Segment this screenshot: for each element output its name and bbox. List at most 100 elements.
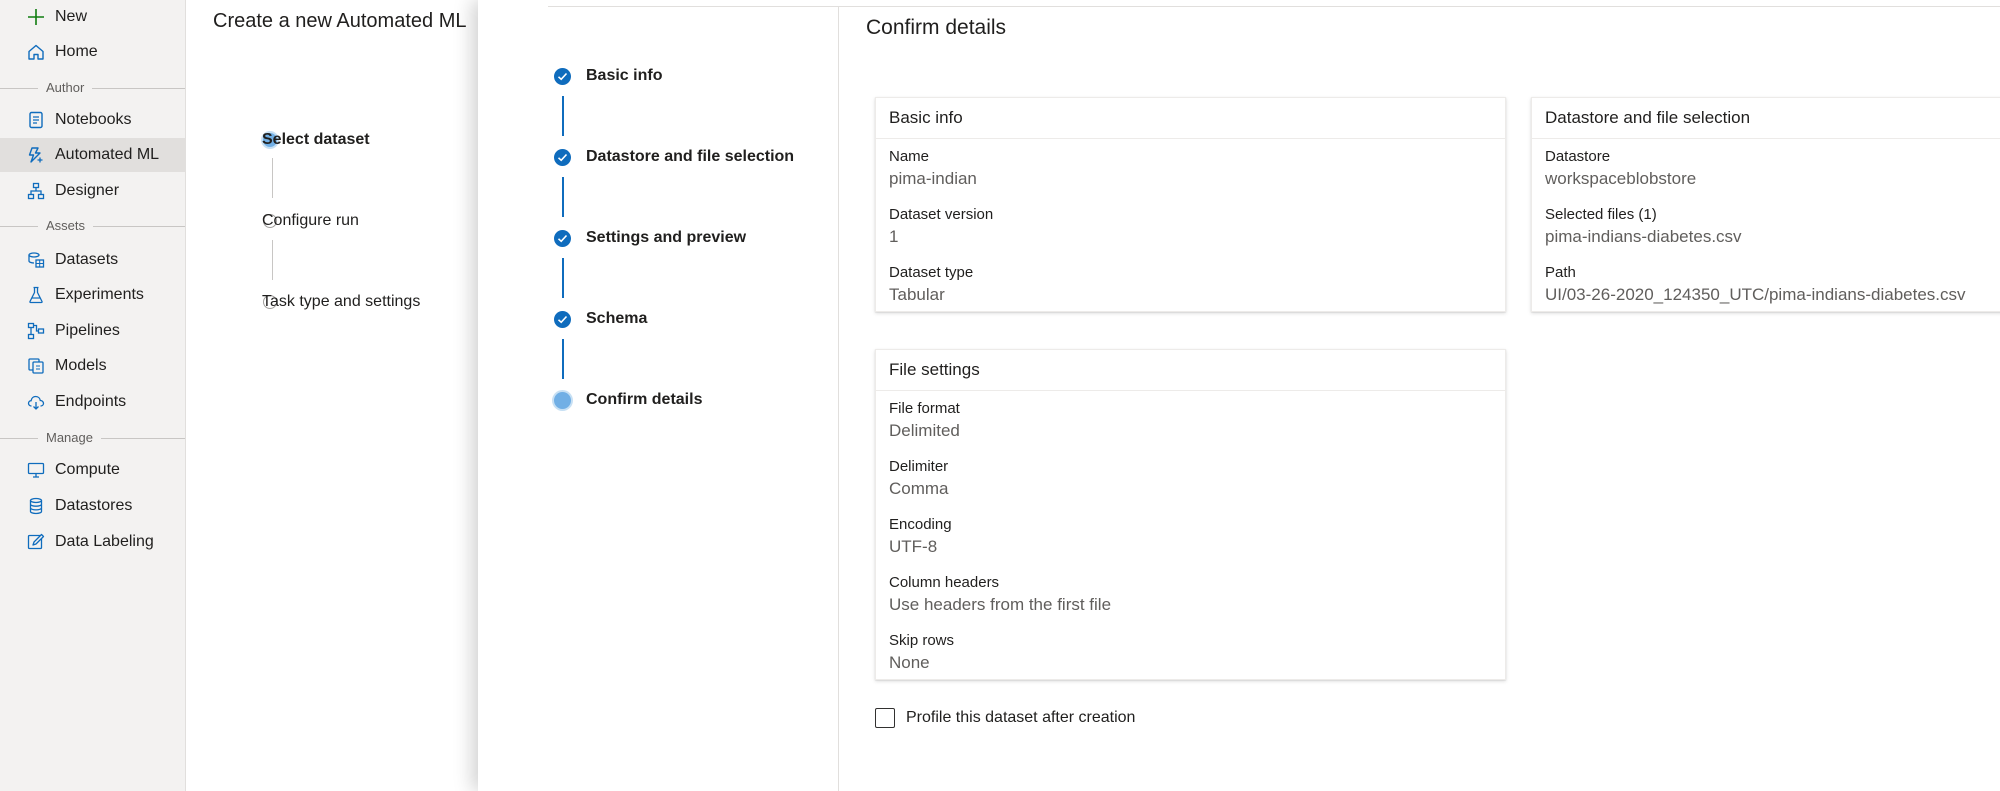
nav-datastores-label: Datastores	[55, 497, 133, 514]
plus-icon	[25, 6, 47, 28]
wizard-step-confirm-details[interactable]: Confirm details	[586, 391, 702, 409]
dataset-version-field: Dataset version 1	[889, 205, 993, 248]
delimiter-label: Delimiter	[889, 458, 949, 475]
nav-data-labeling[interactable]: Data Labeling	[0, 525, 185, 559]
profile-dataset-checkbox-label[interactable]: Profile this dataset after creation	[906, 709, 1135, 727]
nav-section-author: Author	[0, 78, 185, 98]
nav-endpoints[interactable]: Endpoints	[0, 385, 185, 419]
path-label: Path	[1545, 264, 1576, 281]
nav-designer[interactable]: Designer	[0, 174, 185, 208]
wizard-step-connector	[562, 339, 564, 379]
nav-automated-ml[interactable]: Automated ML	[0, 138, 185, 172]
datastore-label: Datastore	[1545, 148, 1611, 165]
bg-step-task-type[interactable]: Task type and settings	[262, 293, 420, 311]
path-value: UI/03-26-2020_124350_UTC/pima-indians-di…	[1545, 285, 1966, 304]
nav-home-label: Home	[55, 43, 98, 60]
page-title: Create a new Automated ML	[213, 10, 467, 32]
check-circle-icon	[554, 149, 571, 166]
bg-step-connector	[272, 240, 273, 280]
dataset-type-label: Dataset type	[889, 264, 974, 281]
name-field: Name pima-indian	[889, 147, 977, 190]
nav-data-labeling-label: Data Labeling	[55, 533, 154, 550]
nav-notebooks[interactable]: Notebooks	[0, 103, 185, 137]
skip-rows-value: None	[889, 653, 930, 672]
home-icon	[25, 41, 47, 63]
selected-files-label: Selected files (1)	[1545, 206, 1657, 223]
wizard-step-connector	[562, 96, 564, 136]
designer-icon	[25, 180, 47, 202]
datasets-icon	[25, 249, 47, 271]
nav-pipelines[interactable]: Pipelines	[0, 314, 185, 348]
nav-models-label: Models	[55, 357, 107, 374]
wizard-step-schema[interactable]: Schema	[586, 310, 647, 328]
encoding-value: UTF-8	[889, 537, 938, 556]
basic-info-card: Basic info Name pima-indian Dataset vers…	[875, 97, 1506, 312]
nav-automated-ml-label: Automated ML	[55, 146, 160, 163]
wizard-step-datastore[interactable]: Datastore and file selection	[586, 148, 794, 166]
nav-new-label: New	[55, 8, 88, 25]
basic-info-title: Basic info	[876, 98, 1505, 139]
dataset-version-label: Dataset version	[889, 206, 994, 223]
wizard-step-basic-info[interactable]: Basic info	[586, 67, 662, 85]
column-headers-value: Use headers from the first file	[889, 595, 1112, 614]
nav-notebooks-label: Notebooks	[55, 111, 132, 128]
nav-section-manage: Manage	[0, 428, 185, 448]
wizard-step-connector	[562, 177, 564, 217]
pipelines-icon	[25, 320, 47, 342]
nav-datasets-label: Datasets	[55, 251, 119, 268]
panel-top-divider	[548, 6, 2000, 7]
name-label: Name	[889, 148, 930, 165]
bg-step-select-dataset[interactable]: Select dataset	[262, 131, 370, 149]
file-settings-title: File settings	[876, 350, 1505, 391]
check-circle-icon	[554, 230, 571, 247]
delimiter-value: Comma	[889, 479, 949, 498]
notebook-icon	[25, 109, 47, 131]
selected-files-value: pima-indians-diabetes.csv	[1545, 227, 1742, 246]
nav-models[interactable]: Models	[0, 349, 185, 383]
datastore-field: Datastore workspaceblobstore	[1545, 147, 1696, 190]
current-step-dot	[554, 392, 571, 409]
cloud-endpoint-icon	[25, 391, 47, 413]
nav-experiments-label: Experiments	[55, 286, 144, 303]
skip-rows-field: Skip rows None	[889, 631, 954, 674]
nav-compute-label: Compute	[55, 461, 120, 478]
datastore-card: Datastore and file selection Datastore w…	[1531, 97, 2000, 312]
database-icon	[25, 495, 47, 517]
bg-step-configure-run[interactable]: Configure run	[262, 212, 359, 230]
nav-endpoints-label: Endpoints	[55, 393, 127, 410]
confirm-details-heading: Confirm details	[866, 16, 1007, 39]
check-circle-icon	[554, 68, 571, 85]
delimiter-field: Delimiter Comma	[889, 457, 949, 500]
wizard-step-connector	[562, 258, 564, 298]
nav-designer-label: Designer	[55, 182, 120, 199]
wizard-step-settings-preview[interactable]: Settings and preview	[586, 229, 746, 247]
nav-home[interactable]: Home	[0, 35, 185, 69]
nav-new[interactable]: New	[0, 0, 185, 34]
column-headers-label: Column headers	[889, 574, 1000, 591]
edit-icon	[25, 531, 47, 553]
skip-rows-label: Skip rows	[889, 632, 955, 649]
left-nav: New Home Author Notebooks Automated ML D…	[0, 0, 186, 791]
nav-datasets[interactable]: Datasets	[0, 243, 185, 277]
dataset-type-field: Dataset type Tabular	[889, 263, 973, 306]
nav-compute[interactable]: Compute	[0, 453, 185, 487]
bg-step-connector	[272, 158, 273, 198]
file-format-value: Delimited	[889, 421, 960, 440]
profile-dataset-checkbox[interactable]	[875, 708, 895, 728]
dataset-type-value: Tabular	[889, 285, 945, 304]
flask-icon	[25, 284, 47, 306]
path-field: Path UI/03-26-2020_124350_UTC/pima-india…	[1545, 263, 1966, 306]
automated-ml-icon	[25, 144, 47, 166]
encoding-label: Encoding	[889, 516, 952, 533]
datastore-value: workspaceblobstore	[1545, 169, 1697, 188]
nav-section-assets: Assets	[0, 216, 185, 236]
monitor-icon	[25, 459, 47, 481]
column-headers-field: Column headers Use headers from the firs…	[889, 573, 1111, 616]
create-dataset-panel: Basic info Datastore and file selection …	[478, 0, 2000, 791]
nav-section-manage-label: Manage	[38, 430, 101, 445]
nav-datastores[interactable]: Datastores	[0, 489, 185, 523]
check-circle-icon	[554, 311, 571, 328]
nav-experiments[interactable]: Experiments	[0, 278, 185, 312]
selected-files-field: Selected files (1) pima-indians-diabetes…	[1545, 205, 1742, 248]
panel-vertical-divider	[838, 6, 839, 791]
